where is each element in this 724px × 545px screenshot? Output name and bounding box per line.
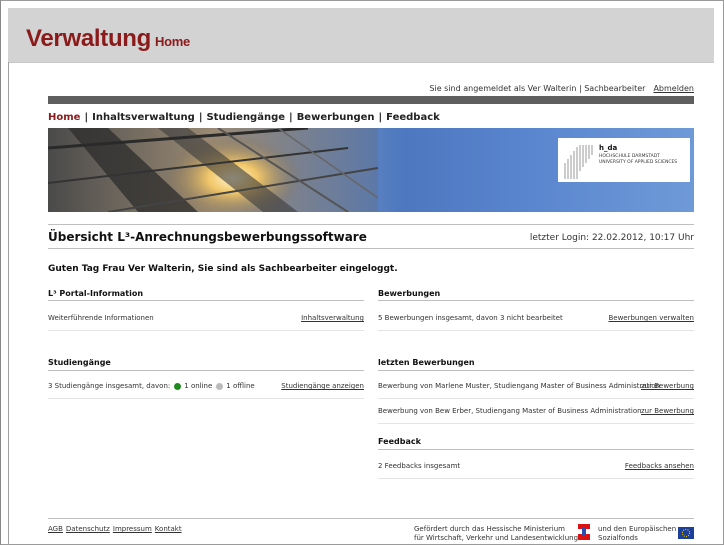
- app-header: Verwaltung Home: [8, 8, 714, 62]
- main-nav: Home | Inhaltsverwaltung | Studiengänge | Bewe…: [48, 112, 440, 123]
- nav-feedback[interactable]: Feedback: [386, 112, 440, 123]
- studiengaenge-text: 3 Studiengänge insgesamt, davon:: [48, 382, 171, 390]
- app-title: Verwaltung Home: [26, 25, 190, 53]
- application-text: Bewerbung von Marlene Muster, Studiengan…: [378, 382, 661, 390]
- hda-logo: h_da HOCHSCHULE DARMSTADT UNIVERSITY OF …: [558, 138, 690, 182]
- logout-link[interactable]: Abmelden: [653, 84, 694, 93]
- bewerbungen-text: 5 Bewerbungen insgesamt, davon 3 nicht b…: [378, 314, 563, 322]
- section-divider: [378, 370, 694, 371]
- app-title-text: Verwaltung: [26, 25, 152, 52]
- online-count: 1 online: [184, 382, 213, 390]
- logo-name: h_da: [599, 144, 618, 152]
- hessen-flag-icon: [578, 524, 590, 540]
- funding-line: und den Europäischen: [598, 525, 677, 533]
- feedback-text: 2 Feedbacks insgesamt: [378, 462, 461, 470]
- header-divider: [8, 62, 714, 63]
- row-divider: [378, 423, 694, 424]
- funding-text-eu: und den Europäischen Sozialfonds: [598, 525, 676, 543]
- eu-flag-icon: [678, 527, 694, 539]
- section-divider: [378, 449, 694, 450]
- letzte-heading: letzten Bewerbungen: [378, 358, 475, 367]
- login-status: Sie sind angemeldet als Ver Walterin | S…: [429, 84, 694, 93]
- hda-logo-mark: [564, 145, 593, 179]
- application-text: Bewerbung von Bew Erber, Studiengang Mas…: [378, 407, 642, 415]
- row-divider: [48, 330, 364, 331]
- page-title: Übersicht L³-Anrechnungsbewerbungssoftwa…: [48, 230, 367, 244]
- app-subtitle: Home: [155, 34, 190, 49]
- kontakt-link[interactable]: Kontakt: [155, 525, 182, 533]
- section-divider: [48, 300, 364, 301]
- view-application-link[interactable]: zur Bewerbung: [641, 382, 694, 390]
- feedback-heading: Feedback: [378, 437, 421, 446]
- footer-links: AGB Datenschutz Impressum Kontakt: [48, 525, 185, 533]
- nav-home[interactable]: Home: [48, 112, 80, 123]
- divider: [48, 248, 694, 249]
- funding-line: Gefördert durch das Hessische Ministeriu…: [414, 525, 565, 533]
- portal-heading: L³ Portal-Information: [48, 289, 144, 298]
- inhaltsverwaltung-link[interactable]: Inhaltsverwaltung: [301, 314, 364, 322]
- studiengaenge-heading: Studiengänge: [48, 358, 111, 367]
- nav-inhaltsverwaltung[interactable]: Inhaltsverwaltung: [92, 112, 195, 123]
- funding-line: Sozialfonds: [598, 534, 638, 542]
- studiengaenge-link[interactable]: Studiengänge anzeigen: [281, 382, 364, 390]
- logo-line2: UNIVERSITY OF APPLIED SCIENCES: [599, 160, 678, 165]
- offline-status-icon: [216, 382, 224, 390]
- left-border: [8, 62, 9, 545]
- row-divider: [378, 398, 694, 399]
- nav-studiengaenge[interactable]: Studiengänge: [206, 112, 285, 123]
- nav-separator: |: [289, 112, 293, 123]
- row-divider: [378, 330, 694, 331]
- top-bar: [48, 96, 694, 104]
- portal-text: Weiterführende Informationen: [48, 314, 154, 322]
- nav-separator: |: [378, 112, 383, 123]
- nav-separator: |: [84, 112, 89, 123]
- bewerbungen-link[interactable]: Bewerbungen verwalten: [608, 314, 694, 322]
- header-banner: h_da HOCHSCHULE DARMSTADT UNIVERSITY OF …: [48, 128, 694, 212]
- logo-subtitle: HOCHSCHULE DARMSTADT UNIVERSITY OF APPLI…: [599, 154, 677, 166]
- impressum-link[interactable]: Impressum: [113, 525, 152, 533]
- nav-bewerbungen[interactable]: Bewerbungen: [297, 112, 375, 123]
- online-status-icon: [174, 382, 182, 390]
- login-status-text: Sie sind angemeldet als Ver Walterin | S…: [429, 84, 646, 93]
- feedback-link[interactable]: Feedbacks ansehen: [625, 462, 694, 470]
- nav-separator: |: [198, 112, 203, 123]
- footer-divider: [48, 518, 694, 519]
- section-divider: [378, 300, 694, 301]
- studiengaenge-summary: 3 Studiengänge insgesamt, davon: 1 online…: [48, 382, 255, 390]
- last-login: letzter Login: 22.02.2012, 10:17 Uhr: [529, 233, 694, 243]
- funding-line: für Wirtschaft, Verkehr und Landesentwic…: [414, 534, 579, 542]
- greeting: Guten Tag Frau Ver Walterin, Sie sind al…: [48, 264, 398, 274]
- section-divider: [48, 370, 364, 371]
- agb-link[interactable]: AGB: [48, 525, 63, 533]
- view-application-link[interactable]: zur Bewerbung: [641, 407, 694, 415]
- divider: [48, 224, 694, 225]
- bewerbungen-heading: Bewerbungen: [378, 289, 441, 298]
- funding-text-ministry: Gefördert durch das Hessische Ministeriu…: [414, 525, 578, 543]
- row-divider: [48, 398, 364, 399]
- datenschutz-link[interactable]: Datenschutz: [66, 525, 110, 533]
- offline-count: 1 offline: [226, 382, 255, 390]
- row-divider: [378, 478, 694, 479]
